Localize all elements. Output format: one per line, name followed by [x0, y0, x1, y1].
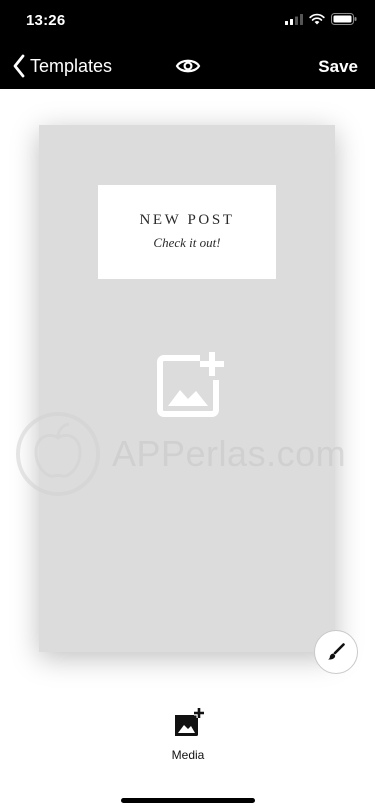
- preview-button[interactable]: [175, 56, 201, 81]
- top-bar: 13:26 Templates Save: [0, 0, 375, 89]
- status-icons: [285, 13, 357, 25]
- card-title: NEW POST: [139, 212, 235, 228]
- text-card[interactable]: NEW POST Check it out!: [98, 185, 276, 279]
- back-label: Templates: [30, 55, 113, 76]
- add-media-placeholder[interactable]: [156, 352, 228, 429]
- media-button[interactable]: Media: [160, 707, 216, 762]
- card-subtitle: Check it out!: [153, 235, 221, 250]
- media-label: Media: [171, 748, 205, 762]
- brush-button[interactable]: [314, 630, 358, 674]
- paintbrush-icon: [328, 643, 345, 660]
- cellular-signal-icon: [285, 13, 303, 25]
- back-button[interactable]: Templates: [12, 54, 112, 78]
- battery-icon: [331, 13, 357, 25]
- save-button[interactable]: Save: [318, 57, 358, 77]
- home-indicator: [121, 798, 255, 803]
- status-time: 13:26: [26, 12, 66, 29]
- chevron-left-icon: [13, 54, 25, 78]
- eye-icon: [175, 59, 201, 73]
- add-image-icon: [175, 708, 204, 736]
- add-image-icon: [157, 352, 224, 417]
- wifi-icon: [309, 13, 325, 25]
